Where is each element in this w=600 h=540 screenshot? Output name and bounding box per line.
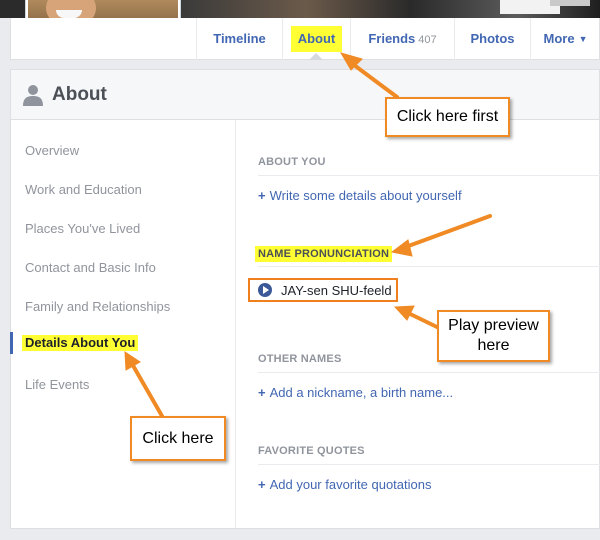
add-nickname-link-text: Add a nickname, a birth name... bbox=[269, 385, 454, 400]
card-title: About bbox=[52, 84, 107, 105]
add-quotations-link-text: Add your favorite quotations bbox=[269, 477, 432, 492]
column-divider bbox=[235, 120, 236, 528]
callout-click-here-text: Click here bbox=[142, 429, 214, 447]
tab-timeline[interactable]: Timeline bbox=[196, 18, 282, 60]
sidebar-item-life-events[interactable]: Life Events bbox=[25, 377, 89, 393]
write-details-link-text: Write some details about yourself bbox=[269, 188, 462, 203]
section-divider bbox=[258, 175, 600, 176]
sidebar-item-overview[interactable]: Overview bbox=[25, 143, 79, 159]
section-divider bbox=[258, 266, 600, 267]
sidebar-active-indicator bbox=[10, 332, 13, 354]
write-details-link[interactable]: + Write some details about yourself bbox=[258, 188, 462, 204]
sidebar-item-family-relationships[interactable]: Family and Relationships bbox=[25, 299, 170, 315]
tab-about-label: About bbox=[290, 26, 343, 52]
cover-photo[interactable] bbox=[180, 0, 600, 18]
callout-play-preview-line2: here bbox=[477, 337, 510, 354]
add-nickname-link[interactable]: + Add a nickname, a birth name... bbox=[258, 385, 453, 401]
callout-play-preview: Play preview here bbox=[437, 310, 550, 362]
tab-friends[interactable]: Friends 407 bbox=[350, 18, 454, 60]
callout-click-here: Click here bbox=[130, 416, 226, 461]
heading-about-you: ABOUT YOU bbox=[258, 156, 326, 168]
play-icon[interactable] bbox=[258, 283, 272, 297]
sidebar-item-places-lived[interactable]: Places You've Lived bbox=[25, 221, 140, 237]
heading-name-pronunciation: NAME PRONUNCIATION bbox=[255, 246, 393, 262]
tab-more-label: More bbox=[543, 31, 575, 46]
heading-other-names: OTHER NAMES bbox=[258, 353, 342, 365]
active-tab-pointer bbox=[309, 53, 323, 60]
heading-favorite-quotes: FAVORITE QUOTES bbox=[258, 445, 365, 457]
sidebar-item-details-about-you[interactable]: Details About You bbox=[22, 335, 139, 351]
tab-timeline-label: Timeline bbox=[213, 31, 266, 46]
plus-icon: + bbox=[258, 385, 266, 400]
person-icon bbox=[23, 85, 43, 106]
add-quotations-link[interactable]: + Add your favorite quotations bbox=[258, 477, 431, 493]
tab-more[interactable]: More ▼ bbox=[530, 18, 600, 60]
sidebar-item-work-education[interactable]: Work and Education bbox=[25, 182, 142, 198]
plus-icon: + bbox=[258, 188, 266, 203]
caret-down-icon: ▼ bbox=[578, 34, 588, 44]
friends-count: 407 bbox=[418, 34, 437, 46]
tab-photos[interactable]: Photos bbox=[454, 18, 530, 60]
plus-icon: + bbox=[258, 477, 266, 492]
callout-click-here-first-text: Click here first bbox=[396, 108, 499, 125]
sidebar-item-contact-info[interactable]: Contact and Basic Info bbox=[25, 260, 156, 276]
callout-play-preview-line1: Play preview bbox=[448, 317, 539, 334]
section-divider bbox=[258, 372, 600, 373]
callout-click-here-first: Click here first bbox=[385, 97, 510, 137]
tab-photos-label: Photos bbox=[470, 31, 515, 46]
pronunciation-value: JAY-sen SHU-feeld bbox=[281, 283, 392, 298]
section-divider bbox=[258, 464, 600, 465]
tab-friends-label: Friends bbox=[368, 31, 416, 46]
